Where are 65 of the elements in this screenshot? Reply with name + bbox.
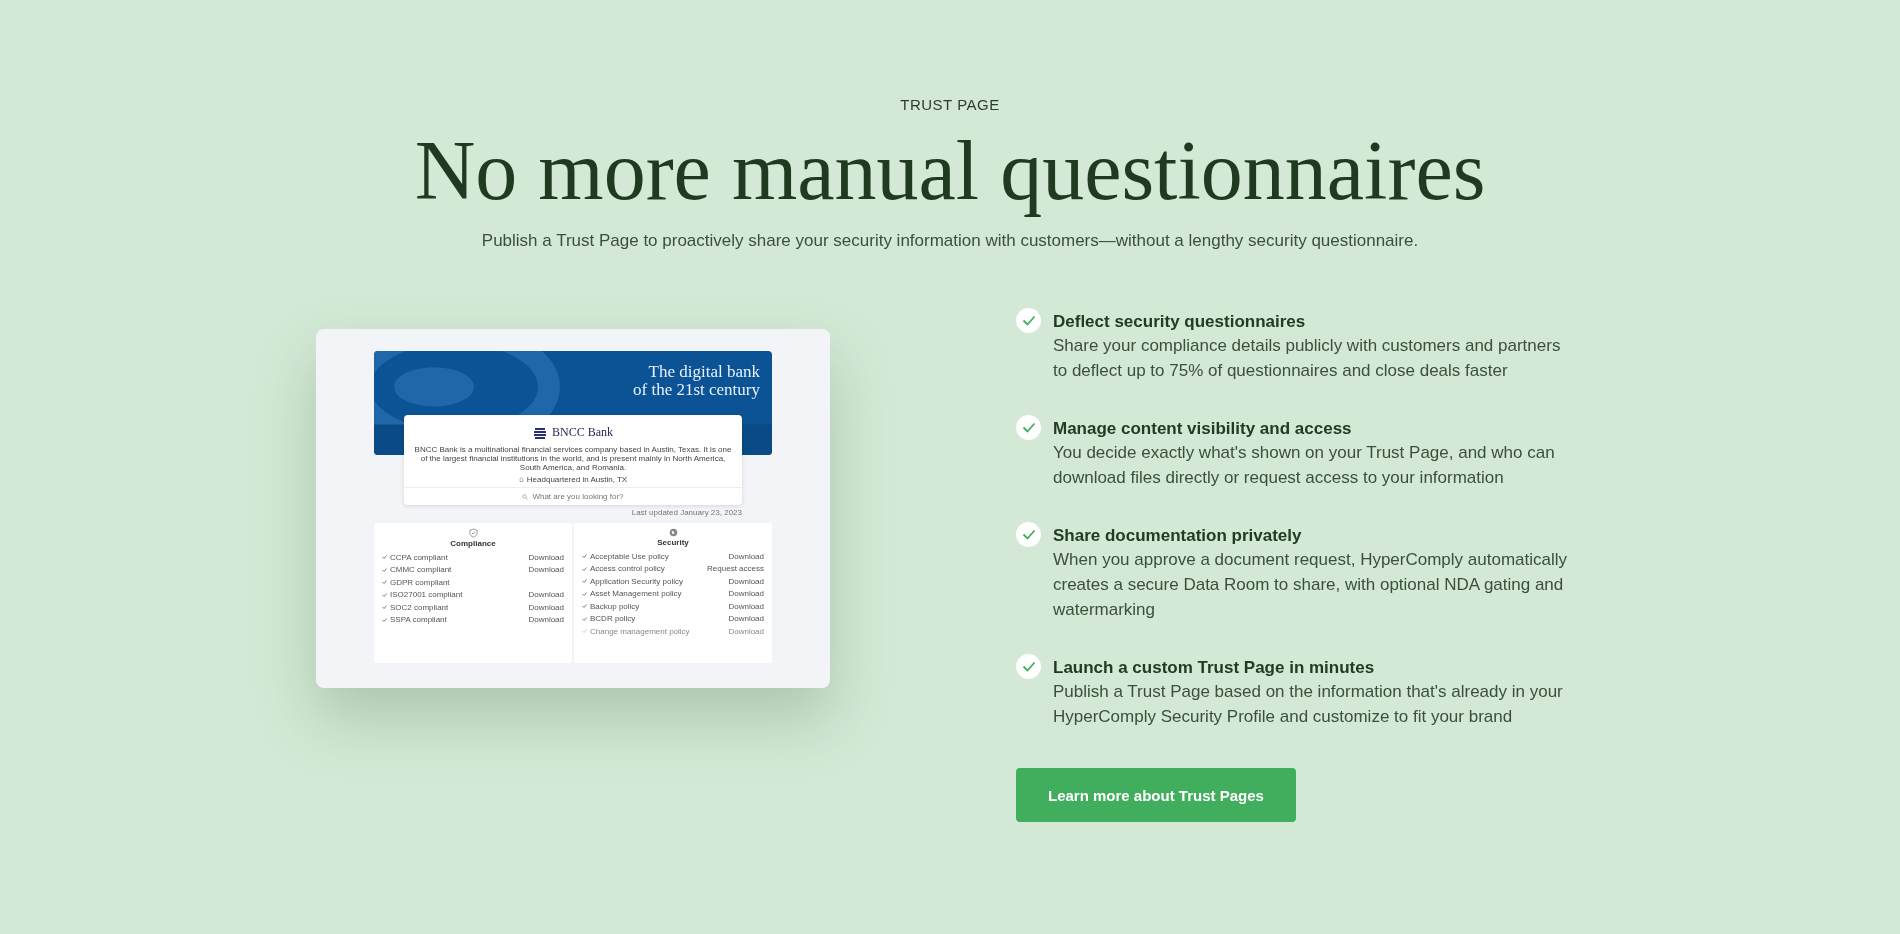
panel-title: Security: [657, 538, 689, 547]
check-icon: [582, 591, 587, 596]
location: Headquartered in Austin, TX: [526, 475, 628, 484]
policy-name: Access control policy: [590, 564, 665, 574]
policy-name: CMMC compliant: [390, 565, 452, 575]
download-link[interactable]: Download: [528, 615, 564, 625]
search-icon: [522, 493, 529, 500]
check-icon: [582, 579, 587, 584]
check-icon: [582, 554, 587, 559]
section-label: TRUST PAGE: [900, 96, 1000, 113]
shield-icon: [468, 528, 478, 538]
banner-title: The digital bank: [648, 363, 760, 381]
policy-name: GDPR compliant: [390, 577, 450, 587]
panel-title: Compliance: [450, 539, 496, 548]
policy-name: Acceptable Use policy: [590, 551, 669, 561]
check-icon: [582, 629, 587, 634]
download-link[interactable]: Download: [728, 626, 764, 636]
feature-title: Manage content visibility and access: [1053, 418, 1353, 440]
download-link[interactable]: Download: [728, 589, 764, 599]
company-name: BNCC Bank: [552, 425, 613, 440]
feature-title: Deflect security questionnaires: [1053, 311, 1307, 333]
policy-name: BCDR policy: [590, 614, 636, 624]
page-title: No more manual questionnaires: [414, 123, 1486, 219]
feature-description: You decide exactly what's shown on your Trust Page, and who can download files directly or request access to your information: [1053, 442, 1556, 489]
download-link[interactable]: Download: [528, 565, 564, 575]
feature-title: Share documentation privately: [1053, 525, 1303, 547]
check-icon: [382, 580, 387, 585]
download-link[interactable]: Download: [728, 614, 764, 624]
check-icon: [582, 616, 587, 621]
download-link[interactable]: Download: [728, 551, 764, 561]
policy-name: Change management policy: [590, 626, 690, 636]
policy-name: CCPA compliant: [390, 552, 448, 562]
check-icon: [1016, 654, 1041, 679]
policy-name: Asset Management policy: [590, 589, 682, 599]
policy-name: ISO27001 compliant: [390, 590, 463, 600]
check-icon: [582, 604, 587, 609]
download-link[interactable]: Request access: [707, 564, 764, 574]
check-icon: [582, 566, 587, 571]
check-icon: [382, 592, 387, 597]
check-icon: [382, 605, 387, 610]
feature-title: Launch a custom Trust Page in minutes: [1053, 657, 1376, 679]
download-link[interactable]: Download: [528, 590, 564, 600]
last-updated: Last updated January 23, 2023: [630, 508, 742, 517]
search-field[interactable]: What are you looking for?: [404, 487, 742, 505]
banner-title: of the 21st century: [633, 381, 760, 399]
download-link[interactable]: Download: [528, 552, 564, 562]
feature-description: When you approve a document request, HyperComply automatically creates a secure Data Room to share, with optional NDA gating and watermarking: [1053, 549, 1569, 621]
policy-name: Backup policy: [590, 601, 640, 611]
feature-description: Share your compliance details publicly with customers and partners to deflect up to 75% of questionnaires and close deals faster: [1053, 335, 1562, 382]
policy-name: SOC2 compliant: [390, 602, 449, 612]
download-link[interactable]: Download: [728, 576, 764, 586]
check-icon: [1016, 308, 1041, 333]
company-description: BNCC Bank is a multinational financial services company based in Austin, Texas. It is one of the largest financial institutions in the world, and is present mainly in North America, South America, and Romania.: [413, 445, 733, 472]
check-icon: [1016, 415, 1041, 440]
check-icon: [1016, 522, 1041, 547]
check-icon: [382, 555, 387, 560]
feature-description: Publish a Trust Page based on the information that's already in your HyperComply Security Profile and customize to fit your brand: [1053, 681, 1564, 728]
policy-name: Application Security policy: [590, 576, 683, 586]
check-icon: [382, 567, 387, 572]
page-subtitle: Publish a Trust Page to proactively share your security information with customers—without a lengthy security questionnaire.: [481, 231, 1419, 251]
check-icon: [382, 617, 387, 622]
logo-icon: [533, 426, 547, 439]
download-link[interactable]: Download: [728, 601, 764, 611]
policy-name: SSPA compliant: [390, 615, 447, 625]
download-link[interactable]: Download: [528, 602, 564, 612]
